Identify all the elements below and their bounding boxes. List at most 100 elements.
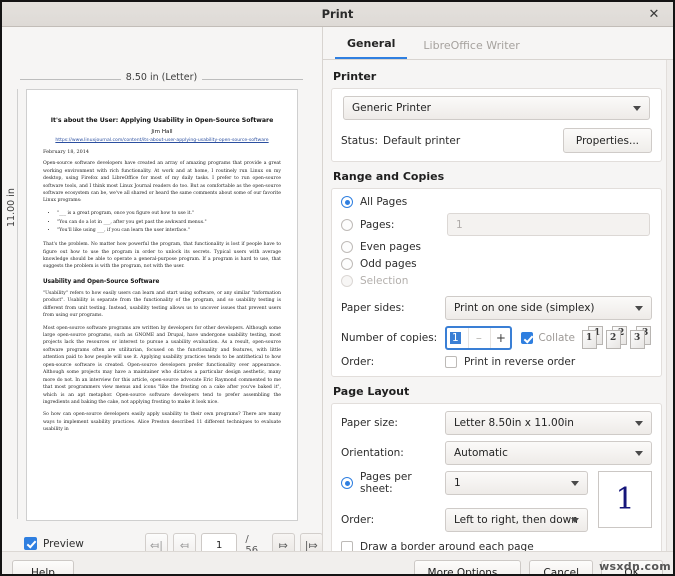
tab-libreoffice-writer[interactable]: LibreOffice Writer xyxy=(411,35,531,59)
cancel-button[interactable]: Cancel xyxy=(529,560,593,576)
status-value: Default printer xyxy=(383,135,460,147)
pages-per-sheet-label: Pages per sheet: xyxy=(360,471,445,495)
paper-sides-label: Paper sides: xyxy=(341,302,445,314)
radio-odd-pages-label: Odd pages xyxy=(360,258,417,270)
printer-group: Generic Printer Status: Default printer … xyxy=(331,88,662,162)
settings-panel: General LibreOffice Writer Printer Gener… xyxy=(322,27,673,551)
radio-selection: Selection xyxy=(341,275,652,287)
pages-per-sheet-select-row: Pages per sheet: 1 xyxy=(341,471,588,495)
printer-select-value: Generic Printer xyxy=(352,102,431,114)
copies-input-value: 1 xyxy=(450,332,461,344)
collate-icon-1: 1 1 xyxy=(582,326,604,350)
tab-general[interactable]: General xyxy=(335,33,407,59)
panel-body: Printer Generic Printer Status: Default … xyxy=(323,60,674,551)
orientation-select[interactable]: Automatic xyxy=(445,441,652,465)
properties-button[interactable]: Properties... xyxy=(563,128,652,153)
printer-select-row: Generic Printer xyxy=(341,96,652,120)
radio-pages-per-sheet[interactable]: Pages per sheet: xyxy=(341,471,445,495)
help-button-wrap: Help xyxy=(12,560,74,576)
radio-icon xyxy=(341,477,353,489)
paper-size-value: Letter 8.50in x 11.00in xyxy=(454,417,574,429)
radio-odd-pages[interactable]: Odd pages xyxy=(341,258,652,270)
more-options-button[interactable]: More Options... xyxy=(414,560,522,576)
radio-even-pages[interactable]: Even pages xyxy=(341,241,652,253)
range-copies-group: All Pages Pages: 1 Even pages Odd pages xyxy=(331,188,662,377)
document-paragraph: That's the problem. No matter how powerf… xyxy=(43,241,281,271)
chevron-down-icon xyxy=(633,106,641,111)
orientation-value: Automatic xyxy=(454,447,508,459)
pages-per-sheet-preview: 1 xyxy=(598,471,652,528)
order-label: Order: xyxy=(341,356,445,368)
pages-per-sheet-value: 1 xyxy=(454,477,461,489)
radio-selection-label: Selection xyxy=(360,275,408,287)
page-layout-group: Paper size: Letter 8.50in x 11.00in Orie… xyxy=(331,403,662,551)
chevron-down-icon xyxy=(635,451,643,456)
layout-order-select[interactable]: Left to right, then down xyxy=(445,508,588,532)
ruler-horizontal-label: 8.50 in (Letter) xyxy=(121,72,202,83)
radio-all-pages[interactable]: All Pages xyxy=(341,196,652,208)
collate-icon-2: 2 2 xyxy=(606,326,628,350)
checkbox-icon xyxy=(445,356,457,368)
paper-sides-select[interactable]: Print on one side (simplex) xyxy=(445,296,652,320)
radio-icon xyxy=(341,219,353,231)
increment-button[interactable]: + xyxy=(490,328,510,348)
orientation-row: Orientation: Automatic xyxy=(341,441,652,465)
dialog-button-bar: Help More Options... Cancel OK xyxy=(2,551,673,576)
document-paragraph: "Usability" refers to how easily users c… xyxy=(43,290,281,320)
status-label: Status: xyxy=(341,135,378,147)
draw-border-checkbox[interactable]: Draw a border around each page xyxy=(341,541,652,551)
title-bar: Print ✕ xyxy=(2,2,673,27)
checkbox-icon xyxy=(521,332,533,344)
paper-size-select[interactable]: Letter 8.50in x 11.00in xyxy=(445,411,652,435)
pages-per-sheet-row: Pages per sheet: 1 Order: Left to right,… xyxy=(341,471,652,532)
printer-status-row: Status: Default printer Properties... xyxy=(341,128,652,153)
document-paragraph: Open-source software developers have cre… xyxy=(43,160,281,205)
list-item: "___ is a great program, once you figure… xyxy=(57,210,281,219)
collate-label: Collate xyxy=(538,332,575,344)
watermark: wsxdn.com xyxy=(599,560,671,573)
paper-sides-value: Print on one side (simplex) xyxy=(454,302,595,314)
chevron-down-icon xyxy=(635,421,643,426)
document-paragraph: Most open-source software programs are w… xyxy=(43,325,281,407)
layout-order-value: Left to right, then down xyxy=(454,514,578,526)
decrement-button[interactable]: – xyxy=(468,328,488,348)
chevron-down-icon xyxy=(571,518,579,523)
paper-size-label: Paper size: xyxy=(341,417,445,429)
document-date: February 18, 2014 xyxy=(43,149,281,155)
horizontal-ruler: 8.50 in (Letter) xyxy=(20,72,303,86)
paper-sides-row: Paper sides: Print on one side (simplex) xyxy=(341,296,652,320)
checkbox-icon xyxy=(341,541,353,551)
radio-icon xyxy=(341,196,353,208)
preview-checkbox-label: Preview xyxy=(43,538,84,550)
copies-label: Number of copies: xyxy=(341,332,445,344)
document-heading: Usability and Open-Source Software xyxy=(43,279,281,285)
copies-stepper[interactable]: 1 – + xyxy=(445,326,512,350)
reverse-order-checkbox[interactable]: Print in reverse order xyxy=(445,356,575,368)
order-row: Order: Print in reverse order xyxy=(341,356,652,368)
collate-preview-icons: 1 1 2 2 3 3 xyxy=(582,326,652,350)
radio-pages-label: Pages: xyxy=(360,219,440,231)
radio-icon xyxy=(341,275,353,287)
document-title: It's about the User: Applying Usability … xyxy=(43,116,281,125)
pages-range-input[interactable]: 1 xyxy=(447,213,650,236)
document-author: Jim Hall xyxy=(43,129,281,135)
page-preview-sheet[interactable]: It's about the User: Applying Usability … xyxy=(26,89,298,521)
checkbox-icon xyxy=(24,537,37,550)
close-icon[interactable]: ✕ xyxy=(643,2,665,27)
paper-size-row: Paper size: Letter 8.50in x 11.00in xyxy=(341,411,652,435)
document-bullet-list: "___ is a great program, once you figure… xyxy=(43,210,281,236)
range-copies-group-title: Range and Copies xyxy=(333,170,662,183)
help-button[interactable]: Help xyxy=(12,560,74,576)
vertical-ruler-line xyxy=(17,89,18,519)
copies-row: Number of copies: 1 – + Collate 1 1 xyxy=(341,326,652,350)
document-paragraph: So how can open-source developers easily… xyxy=(43,411,281,433)
document-url: https://www.linuxjournal.com/content/its… xyxy=(43,138,281,143)
radio-pages[interactable]: Pages: 1 xyxy=(341,213,652,236)
ruler-vertical-label: 11.00 in xyxy=(6,188,17,227)
collate-icon-3: 3 3 xyxy=(630,326,652,350)
printer-select[interactable]: Generic Printer xyxy=(343,96,650,120)
chevron-down-icon xyxy=(635,306,643,311)
preview-checkbox[interactable]: Preview xyxy=(24,537,84,550)
pages-per-sheet-select[interactable]: 1 xyxy=(445,471,588,495)
collate-checkbox[interactable]: Collate xyxy=(521,332,575,344)
